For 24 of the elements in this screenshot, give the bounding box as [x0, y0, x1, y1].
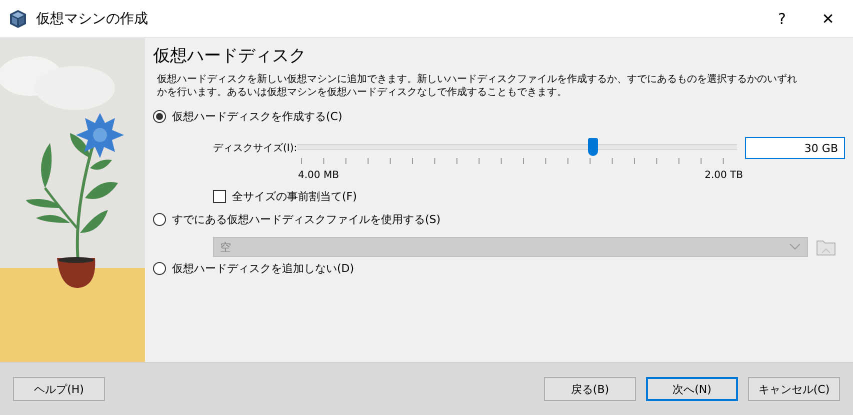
- cube-icon: [8, 8, 28, 28]
- slider-thumb[interactable]: [588, 138, 598, 156]
- next-button[interactable]: 次へ(N): [646, 377, 738, 401]
- help-button[interactable]: ?: [759, 0, 805, 38]
- max-size-label: 2.00 TB: [704, 170, 743, 181]
- radio-circle[interactable]: [153, 110, 166, 123]
- folder-icon: [816, 238, 836, 256]
- close-button[interactable]: ✕: [805, 0, 851, 38]
- radio-circle[interactable]: [153, 262, 166, 275]
- min-size-label: 4.00 MB: [298, 170, 339, 181]
- radio-option[interactable]: 仮想ハードディスクを作成する(C): [153, 107, 342, 126]
- window-title: 仮想マシンの作成: [36, 10, 148, 28]
- chevron-down-icon: [789, 243, 801, 251]
- page-heading: 仮想ハードディスク: [153, 45, 306, 67]
- disk-size-field[interactable]: 30 GB: [745, 137, 845, 159]
- radio-option[interactable]: 仮想ハードディスクを追加しない(D): [153, 259, 354, 278]
- preallocate-checkbox[interactable]: 全サイズの事前割当て(F): [213, 187, 357, 206]
- cancel-button[interactable]: キャンセル(C): [748, 377, 840, 401]
- disk-size-label: ディスクサイズ(I):: [213, 142, 297, 155]
- radio-circle[interactable]: [153, 213, 166, 226]
- help-button[interactable]: ヘルプ(H): [13, 377, 105, 401]
- back-button[interactable]: 戻る(B): [544, 377, 636, 401]
- radio-option[interactable]: すでにある仮想ハードディスクファイルを使用する(S): [153, 210, 441, 229]
- description-text: 仮想ハードディスクを新しい仮想マシンに追加できます。新しいハードディスクファイルを作成するか、すでにあるものを選択するかのいずれかを行います。あるいは仮想マシンを仮想ハードディスクなしで作成することもできます。: [156, 73, 797, 99]
